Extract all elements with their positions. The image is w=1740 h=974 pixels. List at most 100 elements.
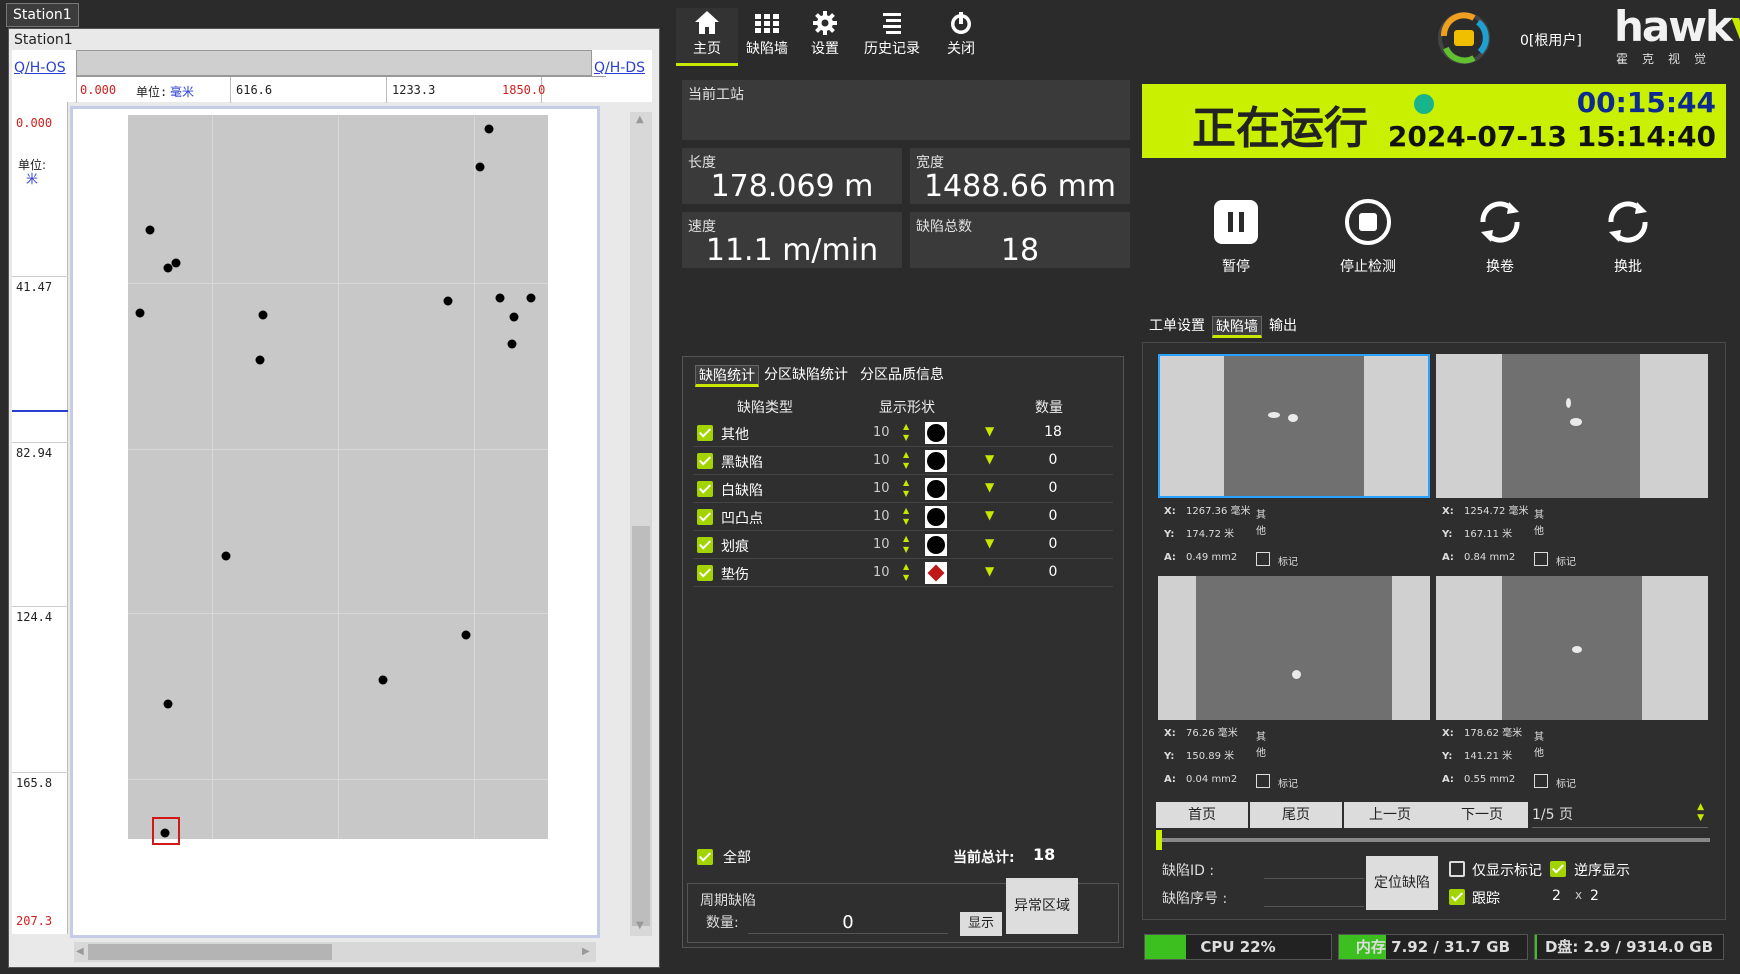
size-spinner-icon[interactable]: ▲ ▼ [903, 533, 909, 555]
stop-detection-button[interactable]: 停止检测 [1318, 198, 1418, 276]
defect-point[interactable] [163, 263, 173, 273]
shape-size[interactable]: 10 [873, 537, 890, 552]
shape-swatch[interactable] [925, 478, 947, 500]
last-page-button[interactable]: 尾页 [1250, 802, 1342, 828]
row-checkbox[interactable] [697, 425, 713, 441]
shape-size[interactable]: 10 [873, 509, 890, 524]
grid-cols-value[interactable]: 2 [1590, 888, 1599, 904]
reverse-checkbox[interactable] [1550, 861, 1566, 877]
scroll-right-icon[interactable]: ▶ [582, 946, 590, 957]
vertical-scrollbar[interactable]: ▲ ▼ [630, 112, 652, 936]
defect-point[interactable] [258, 310, 268, 320]
tab-output[interactable]: 输出 [1266, 316, 1300, 338]
locate-defect-button[interactable]: 定位缺陷 [1366, 856, 1438, 910]
defect-point[interactable] [475, 162, 485, 172]
scroll-down-icon[interactable]: ▼ [636, 920, 644, 931]
defect-point[interactable] [509, 312, 519, 322]
nav-home[interactable]: 主页 [676, 8, 738, 66]
defect-type-row[interactable]: 垫伤 10 ▲ ▼ ▼ 0 [693, 559, 1113, 587]
next-page-button[interactable]: 下一页 [1436, 802, 1528, 828]
nav-close[interactable]: 关闭 [930, 8, 992, 66]
page-indicator[interactable]: 1/5 页 ▲ ▼ [1532, 802, 1708, 828]
size-spinner-icon[interactable]: ▲ ▼ [903, 449, 909, 471]
current-user[interactable]: 0[根用户] [1520, 30, 1582, 50]
first-page-button[interactable]: 首页 [1156, 802, 1248, 828]
defect-point[interactable] [484, 124, 494, 134]
page-spinner-icon[interactable]: ▲ ▼ [1697, 802, 1704, 824]
grid-rows-value[interactable]: 2 [1552, 888, 1561, 904]
defect-point[interactable] [495, 293, 505, 303]
defect-type-row[interactable]: 凹凸点 10 ▲ ▼ ▼ 0 [693, 503, 1113, 531]
shape-swatch[interactable] [925, 562, 947, 584]
defect-point[interactable] [255, 355, 265, 365]
pause-button[interactable]: 暂停 [1186, 198, 1286, 276]
track-checkbox[interactable] [1449, 889, 1465, 905]
page-slider-knob[interactable] [1156, 830, 1162, 850]
mark-checkbox[interactable] [1256, 774, 1270, 788]
prev-page-button[interactable]: 上一页 [1344, 802, 1436, 828]
page-slider-track[interactable] [1158, 838, 1710, 842]
defect-point[interactable] [443, 296, 453, 306]
mark-checkbox[interactable] [1534, 552, 1548, 566]
defect-type-row[interactable]: 黑缺陷 10 ▲ ▼ ▼ 0 [693, 447, 1113, 475]
scroll-left-icon[interactable]: ◀ [76, 946, 84, 957]
nav-settings[interactable]: 设置 [794, 8, 856, 66]
nav-defect-wall[interactable]: 缺陷墙 [736, 8, 798, 66]
tab-work-order[interactable]: 工单设置 [1146, 316, 1208, 338]
defect-type-row[interactable]: 其他 10 ▲ ▼ ▼ 18 [693, 419, 1113, 447]
shape-size[interactable]: 10 [873, 481, 890, 496]
nav-history[interactable]: 历史记录 [858, 8, 926, 66]
shape-dropdown-icon[interactable]: ▼ [985, 508, 994, 522]
size-spinner-icon[interactable]: ▲ ▼ [903, 561, 909, 583]
defect-seq-field[interactable] [1264, 906, 1364, 907]
station-tab-inner[interactable]: Station1 [10, 30, 77, 50]
tab-zone-defect-stats[interactable]: 分区缺陷统计 [761, 365, 851, 387]
defect-point[interactable] [221, 551, 231, 561]
defect-point[interactable] [461, 630, 471, 640]
defect-thumbnail[interactable] [1436, 576, 1708, 720]
row-checkbox[interactable] [697, 453, 713, 469]
defect-point[interactable] [163, 699, 173, 709]
shape-size[interactable]: 10 [873, 453, 890, 468]
row-checkbox[interactable] [697, 509, 713, 525]
defect-point[interactable] [171, 258, 181, 268]
defect-point[interactable] [145, 225, 155, 235]
scroll-thumb[interactable] [88, 944, 332, 960]
row-checkbox[interactable] [697, 565, 713, 581]
row-checkbox[interactable] [697, 481, 713, 497]
defect-thumbnail[interactable] [1158, 576, 1430, 720]
shape-dropdown-icon[interactable]: ▼ [985, 480, 994, 494]
defect-point[interactable] [378, 675, 388, 685]
shape-swatch[interactable] [925, 422, 947, 444]
shape-dropdown-icon[interactable]: ▼ [985, 536, 994, 550]
station-tab-outer[interactable]: Station1 [6, 3, 79, 27]
only-marked-checkbox[interactable] [1449, 861, 1465, 877]
mark-checkbox[interactable] [1534, 774, 1548, 788]
all-checkbox[interactable] [697, 849, 713, 865]
shape-size[interactable]: 10 [873, 565, 890, 580]
shape-swatch[interactable] [925, 534, 947, 556]
shape-dropdown-icon[interactable]: ▼ [985, 564, 994, 578]
defect-point[interactable] [135, 308, 145, 318]
defect-type-row[interactable]: 划痕 10 ▲ ▼ ▼ 0 [693, 531, 1113, 559]
defect-id-field[interactable] [1264, 878, 1364, 879]
shape-size[interactable]: 10 [873, 425, 890, 440]
size-spinner-icon[interactable]: ▲ ▼ [903, 477, 909, 499]
scroll-thumb[interactable] [632, 526, 650, 926]
defect-map[interactable] [70, 106, 600, 938]
scroll-up-icon[interactable]: ▲ [636, 114, 644, 125]
mark-checkbox[interactable] [1256, 552, 1270, 566]
tab-zone-quality[interactable]: 分区品质信息 [857, 365, 947, 387]
abnormal-area-button[interactable]: 异常区域 [1006, 878, 1078, 934]
defect-type-row[interactable]: 白缺陷 10 ▲ ▼ ▼ 0 [693, 475, 1113, 503]
defect-point[interactable] [526, 293, 536, 303]
horizontal-scrollbar[interactable]: ◀ ▶ [74, 942, 596, 962]
change-batch-button[interactable]: 换批 [1578, 198, 1678, 276]
show-button[interactable]: 显示 [960, 912, 1002, 936]
size-spinner-icon[interactable]: ▲ ▼ [903, 505, 909, 527]
tab-defect-wall[interactable]: 缺陷墙 [1212, 316, 1262, 338]
tab-defect-stats[interactable]: 缺陷统计 [695, 365, 759, 387]
row-checkbox[interactable] [697, 537, 713, 553]
change-roll-button[interactable]: 换卷 [1450, 198, 1550, 276]
defect-point[interactable] [507, 339, 517, 349]
